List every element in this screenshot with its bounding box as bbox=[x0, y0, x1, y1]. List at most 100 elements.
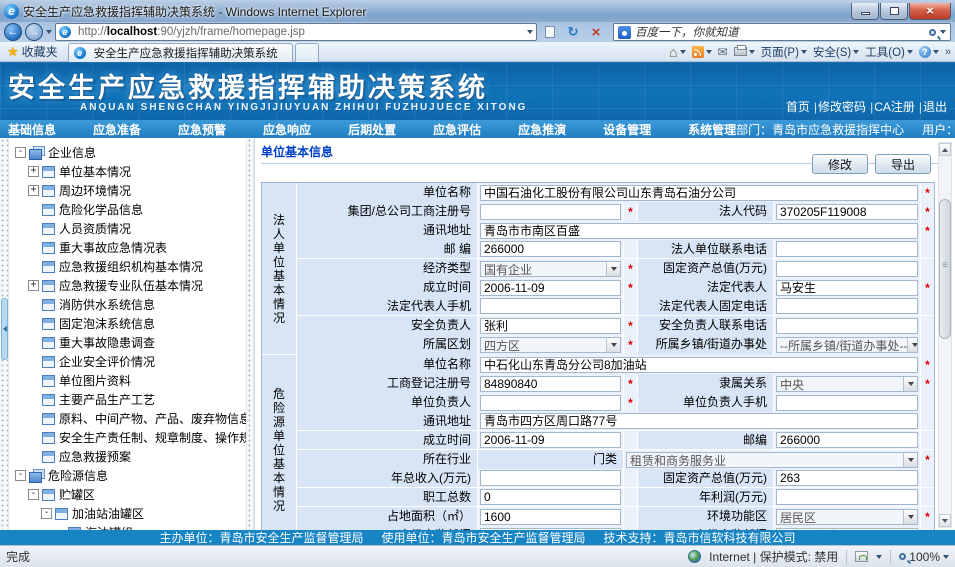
top-link[interactable]: 退出 bbox=[923, 100, 947, 114]
stop-button[interactable]: × bbox=[586, 23, 606, 41]
tools-menu[interactable]: 工具(O) bbox=[865, 44, 913, 60]
expand-box-icon[interactable]: + bbox=[28, 280, 39, 291]
more-commands-chevron[interactable]: » bbox=[945, 46, 951, 58]
top-link[interactable]: CA注册 bbox=[874, 100, 915, 114]
favorites-button[interactable]: 收藏夹 bbox=[22, 43, 58, 60]
tree-item[interactable]: +应急救援专业队伍基本情况 bbox=[11, 276, 246, 295]
close-button[interactable]: × bbox=[909, 3, 951, 20]
scrollbar-thumb[interactable] bbox=[939, 199, 951, 339]
form-input[interactable] bbox=[776, 298, 918, 314]
collapse-box-icon[interactable]: - bbox=[28, 489, 39, 500]
tree-item[interactable]: -加油站油罐区 bbox=[11, 504, 246, 523]
minimize-button[interactable] bbox=[851, 3, 879, 20]
tree-item[interactable]: 单位图片资料 bbox=[11, 371, 246, 390]
tree-item[interactable]: -危险源信息 bbox=[11, 466, 246, 485]
form-input[interactable]: 青岛市市南区百盛 bbox=[480, 223, 918, 239]
zoom-dropdown-icon[interactable] bbox=[876, 555, 882, 559]
form-select[interactable]: 四方区 bbox=[480, 337, 621, 353]
home-button[interactable]: ⌂ bbox=[669, 46, 685, 58]
modify-button[interactable]: 修改 bbox=[812, 154, 868, 174]
form-input[interactable]: 84890840 bbox=[480, 376, 621, 392]
form-input[interactable]: 263 bbox=[776, 470, 918, 486]
zoom-level-icon[interactable] bbox=[855, 551, 868, 562]
tree-item[interactable]: 应急救援组织机构基本情况 bbox=[11, 257, 246, 276]
form-input[interactable]: 266000 bbox=[776, 432, 918, 448]
form-input[interactable] bbox=[480, 395, 621, 411]
export-button[interactable]: 导出 bbox=[875, 154, 931, 174]
left-splitter[interactable] bbox=[0, 138, 9, 530]
browser-tab[interactable]: e 安全生产应急救援指挥辅助决策系统 bbox=[68, 43, 293, 62]
scroll-up-icon[interactable] bbox=[939, 143, 951, 156]
form-input[interactable] bbox=[480, 470, 621, 486]
form-input[interactable] bbox=[480, 204, 621, 220]
form-input[interactable]: 2006-11-09 bbox=[480, 432, 621, 448]
panel-collapse-handle[interactable] bbox=[1, 298, 8, 360]
search-dropdown-icon[interactable] bbox=[940, 30, 946, 34]
tree-item[interactable]: -企业信息 bbox=[11, 143, 246, 162]
tree-item[interactable]: 消防供水系统信息 bbox=[11, 295, 246, 314]
search-icon[interactable] bbox=[929, 29, 936, 36]
compatibility-view-button[interactable] bbox=[540, 23, 560, 41]
form-input[interactable]: 2006-11-09 bbox=[480, 280, 621, 296]
form-select[interactable]: 中央 bbox=[776, 376, 918, 392]
tree-item[interactable]: 危险化学品信息 bbox=[11, 200, 246, 219]
chevron-down-icon[interactable] bbox=[903, 377, 917, 391]
print-button[interactable] bbox=[734, 47, 755, 56]
form-input[interactable] bbox=[776, 395, 918, 411]
form-input[interactable] bbox=[480, 298, 621, 314]
form-input[interactable] bbox=[776, 318, 918, 334]
back-button[interactable]: ← bbox=[4, 23, 22, 41]
tree-item[interactable]: 固定泡沫系统信息 bbox=[11, 314, 246, 333]
collapse-box-icon[interactable]: - bbox=[15, 147, 26, 158]
address-bar[interactable]: e http://localhost:90/yjzh/frame/homepag… bbox=[55, 23, 537, 41]
help-menu[interactable]: ? bbox=[919, 46, 939, 58]
collapse-box-icon[interactable]: - bbox=[41, 508, 52, 519]
form-input[interactable]: 青岛市四方区周口路77号 bbox=[480, 413, 918, 429]
chevron-down-icon[interactable] bbox=[903, 510, 917, 524]
tree-item[interactable]: 汽油罐组 bbox=[11, 523, 246, 530]
safety-menu[interactable]: 安全(S) bbox=[813, 44, 859, 60]
form-select[interactable]: 居民区 bbox=[776, 509, 918, 525]
tree-item[interactable]: +周边环境情况 bbox=[11, 181, 246, 200]
tree-item[interactable]: 企业安全评价情况 bbox=[11, 352, 246, 371]
tree-item[interactable]: 原料、中间产物、产品、废弃物信息 bbox=[11, 409, 246, 428]
form-select[interactable]: --所属乡镇/街道办事处-- bbox=[776, 337, 918, 353]
chevron-down-icon[interactable] bbox=[606, 338, 620, 352]
read-mail-button[interactable]: ✉ bbox=[718, 45, 728, 59]
chevron-down-icon[interactable] bbox=[903, 453, 917, 467]
form-input[interactable]: 中石化山东青岛分公司8加油站 bbox=[480, 357, 918, 373]
expand-box-icon[interactable]: + bbox=[28, 185, 39, 196]
search-box[interactable]: 百度一下，你就知道 bbox=[613, 23, 951, 41]
forward-button[interactable]: → bbox=[25, 23, 43, 41]
tree-item[interactable]: 安全生产责任制、规章制度、操作规程信息 bbox=[11, 428, 246, 447]
refresh-button[interactable]: ↻ bbox=[563, 23, 583, 41]
tree-item[interactable]: 人员资质情况 bbox=[11, 219, 246, 238]
menu-item[interactable]: 系统管理 bbox=[688, 121, 736, 138]
form-input[interactable]: 0 bbox=[480, 489, 621, 505]
menu-item[interactable]: 基础信息 bbox=[8, 121, 56, 138]
form-input[interactable]: 中国石油化工股份有限公司山东青岛石油分公司 bbox=[480, 185, 918, 201]
form-input[interactable]: 370205F119008 bbox=[776, 204, 918, 220]
menu-item[interactable]: 应急预警 bbox=[178, 121, 226, 138]
top-link[interactable]: 修改密码 bbox=[818, 100, 866, 114]
form-input[interactable]: 四方区安监局 bbox=[776, 528, 918, 530]
scroll-down-icon[interactable] bbox=[939, 514, 951, 527]
tree-item[interactable]: -贮罐区 bbox=[11, 485, 246, 504]
chevron-down-icon[interactable] bbox=[606, 262, 620, 276]
form-input[interactable] bbox=[480, 528, 621, 530]
tree-item[interactable]: 主要产品生产工艺 bbox=[11, 390, 246, 409]
favorites-star-icon[interactable]: ★ bbox=[7, 44, 19, 60]
collapse-box-icon[interactable]: - bbox=[15, 470, 26, 481]
form-input[interactable] bbox=[776, 489, 918, 505]
feeds-button[interactable] bbox=[692, 46, 712, 58]
tree-form-splitter[interactable] bbox=[246, 138, 254, 530]
menu-item[interactable]: 应急准备 bbox=[93, 121, 141, 138]
tree-item[interactable]: 应急救援预案 bbox=[11, 447, 246, 466]
expand-box-icon[interactable]: + bbox=[28, 166, 39, 177]
form-input[interactable] bbox=[776, 261, 918, 277]
zoom-control[interactable]: 100% bbox=[899, 550, 949, 564]
page-menu[interactable]: 页面(P) bbox=[761, 44, 807, 60]
window-titlebar[interactable]: e 安全生产应急救援指挥辅助决策系统 - Windows Internet Ex… bbox=[0, 0, 955, 22]
tree-item[interactable]: 重大事故应急情况表 bbox=[11, 238, 246, 257]
form-select[interactable]: 租赁和商务服务业 bbox=[626, 452, 918, 468]
